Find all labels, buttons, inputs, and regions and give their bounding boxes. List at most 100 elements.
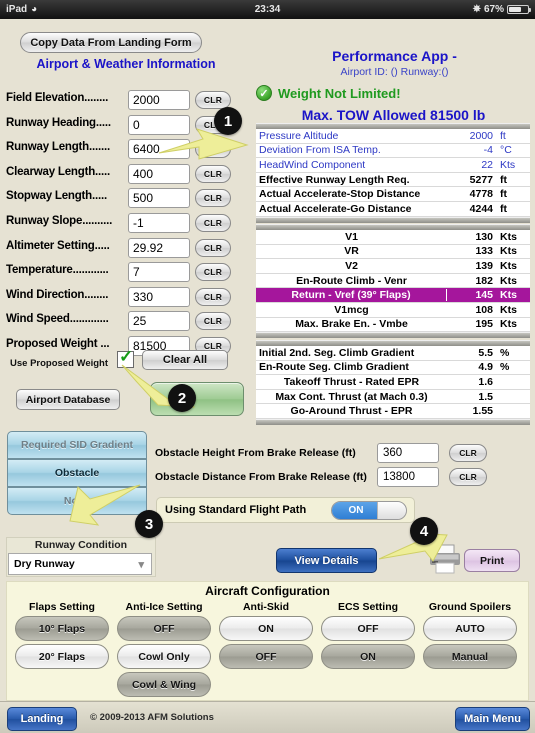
- row-label: Max. Brake En. - Vmbe: [295, 318, 408, 331]
- field-clear-button[interactable]: CLR: [195, 189, 231, 208]
- field-input[interactable]: 330: [128, 286, 190, 307]
- sid-mode-button[interactable]: Required SID Gradient: [7, 431, 147, 459]
- printer-icon[interactable]: [428, 543, 462, 575]
- config-column: Flaps Setting 10° Flaps 20° Flaps: [11, 601, 113, 672]
- use-proposed-weight-checkbox[interactable]: ✓: [117, 348, 134, 368]
- calculate-button[interactable]: [150, 382, 244, 416]
- row-label: V2: [345, 259, 358, 272]
- row-label: HeadWind Component: [259, 158, 366, 171]
- table-separator: [256, 418, 530, 425]
- config-option-button[interactable]: 20° Flaps: [15, 644, 109, 669]
- check-circle-icon: ✓: [256, 85, 272, 101]
- row-unit: ft: [500, 129, 506, 142]
- config-option-button[interactable]: AUTO: [423, 616, 517, 641]
- obstacle-height-clear-button[interactable]: CLR: [449, 444, 487, 462]
- form-row: Runway Slope.......... -1 CLR: [0, 213, 250, 235]
- obstacle-height-input[interactable]: 360: [377, 443, 439, 463]
- row-label: En-Route Seg. Climb Gradient: [259, 361, 409, 374]
- field-label: Wind Direction........: [6, 288, 109, 301]
- weight-status-text: Weight Not Limited!: [278, 85, 401, 101]
- config-option-button[interactable]: Manual: [423, 644, 517, 669]
- config-column-heading: Ground Spoilers: [428, 601, 512, 613]
- table-row: Deviation From ISA Temp. -4 °C: [256, 143, 530, 159]
- field-input[interactable]: 500: [128, 188, 190, 209]
- config-option-button[interactable]: OFF: [117, 616, 211, 641]
- config-column-heading: ECS Setting: [337, 601, 399, 613]
- form-row: Stopway Length..... 500 CLR: [0, 188, 250, 210]
- config-option-button[interactable]: ON: [219, 616, 313, 641]
- max-tow-allowed-text: Max. TOW Allowed 81500 lb: [301, 107, 486, 123]
- field-input[interactable]: -1: [128, 213, 190, 233]
- obstacle-distance-input[interactable]: 13800: [377, 467, 439, 487]
- field-clear-button[interactable]: CLR: [195, 140, 231, 159]
- sid-mode-button[interactable]: Obstacle: [7, 459, 147, 487]
- obstacle-distance-clear-button[interactable]: CLR: [449, 468, 487, 486]
- config-option-button[interactable]: ON: [321, 644, 415, 669]
- field-label: Runway Heading.....: [6, 116, 111, 129]
- table-row: Go-Around Thrust - EPR 1.55: [256, 404, 530, 419]
- row-label: Takeoff Thrust - Rated EPR: [283, 375, 420, 388]
- field-input[interactable]: 400: [128, 163, 190, 184]
- config-option-button[interactable]: Cowl Only: [117, 644, 211, 669]
- config-column-heading: Anti-Ice Setting: [125, 601, 203, 613]
- field-input[interactable]: 6400: [128, 139, 190, 160]
- field-clear-button[interactable]: CLR: [195, 312, 231, 331]
- field-input[interactable]: 7: [128, 262, 190, 283]
- view-details-button[interactable]: View Details: [276, 548, 377, 573]
- row-label: Deviation From ISA Temp.: [259, 144, 381, 157]
- field-clear-button[interactable]: CLR: [195, 214, 231, 232]
- row-unit: °C: [500, 144, 512, 157]
- sid-mode-button[interactable]: None: [7, 487, 147, 515]
- main-menu-button[interactable]: Main Menu: [455, 707, 530, 731]
- row-label: V1mcg: [334, 303, 369, 316]
- standard-flight-path-toggle[interactable]: ON: [331, 500, 407, 520]
- row-value: 4778: [469, 188, 493, 201]
- form-row: Runway Length....... 6400 CLR: [0, 139, 250, 161]
- field-clear-button[interactable]: CLR: [195, 287, 231, 306]
- results-table-group-3: Initial 2nd. Seg. Climb Gradient 5.5% En-R…: [256, 340, 530, 425]
- copy-data-from-landing-form-button[interactable]: Copy Data From Landing Form: [20, 32, 202, 53]
- field-clear-button[interactable]: CLR: [195, 238, 231, 257]
- field-input[interactable]: 25: [128, 311, 190, 332]
- config-option-button[interactable]: 10° Flaps: [15, 616, 109, 641]
- field-label: Field Elevation........: [6, 92, 109, 104]
- annotation-marker-2: 2: [168, 384, 196, 412]
- row-value: 5277: [469, 173, 493, 186]
- table-row: V2 139 Kts: [256, 259, 530, 274]
- field-input[interactable]: 2000: [128, 90, 190, 110]
- field-clear-button[interactable]: CLR: [195, 164, 231, 183]
- config-option-button[interactable]: Cowl & Wing: [117, 672, 211, 697]
- row-unit: Kts: [500, 289, 517, 302]
- runway-condition-select[interactable]: Dry Runway ▾: [8, 553, 152, 575]
- row-value: 22: [481, 158, 493, 171]
- annotation-marker-1: 1: [214, 107, 242, 135]
- weight-status-row: ✓ Weight Not Limited!: [256, 83, 531, 103]
- field-input[interactable]: 0: [128, 114, 190, 135]
- field-label: Stopway Length.....: [6, 190, 107, 203]
- bluetooth-icon: ✵: [472, 4, 481, 15]
- table-row: Max. Brake En. - Vmbe 195 Kts: [256, 317, 530, 333]
- row-unit: %: [500, 346, 510, 359]
- field-input[interactable]: 29.92: [128, 237, 190, 258]
- toggle-knob: [377, 501, 406, 519]
- form-row: Runway Heading..... 0 CLR: [0, 114, 250, 137]
- config-option-button[interactable]: OFF: [219, 644, 313, 669]
- row-unit: ft: [500, 188, 507, 201]
- clear-all-button[interactable]: Clear All: [142, 350, 228, 370]
- row-label: Max Cont. Thrust (at Mach 0.3): [275, 390, 428, 403]
- row-value: 1.55: [472, 405, 493, 418]
- config-column: Anti-Skid ON OFF: [215, 601, 317, 672]
- status-bar-right: ✵ 67%: [472, 4, 531, 15]
- field-label: Wind Speed.............: [6, 313, 109, 326]
- print-button[interactable]: Print: [464, 549, 520, 572]
- config-option-button[interactable]: OFF: [321, 616, 415, 641]
- table-row: VR 133 Kts: [256, 244, 530, 260]
- sid-obstacle-mode-group: Required SID Gradient Obstacle None: [7, 431, 147, 515]
- use-proposed-weight-label: Use Proposed Weight: [10, 358, 109, 369]
- landing-button[interactable]: Landing: [7, 707, 77, 731]
- airport-database-button[interactable]: Airport Database: [16, 389, 120, 410]
- airport-runway-subtitle: Airport ID: () Runway:(): [340, 66, 449, 78]
- field-clear-button[interactable]: CLR: [195, 263, 231, 282]
- row-label: Actual Accelerate-Go Distance: [259, 202, 412, 215]
- page-title: Performance App -: [332, 48, 457, 64]
